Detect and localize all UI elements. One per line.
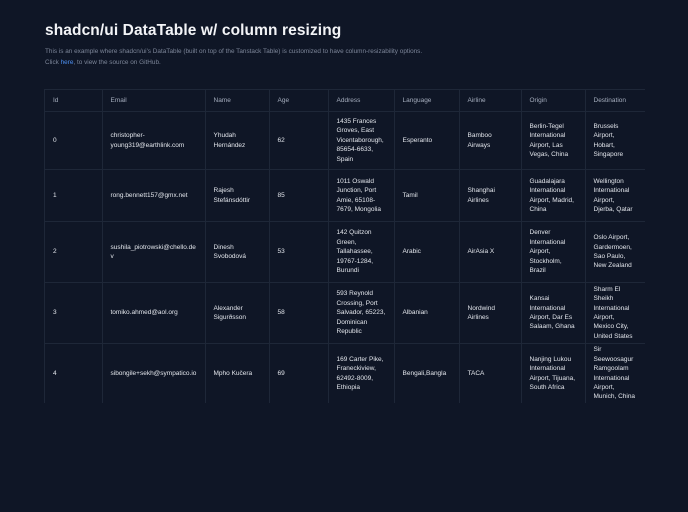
- cell-origin: Kansai International Airport, Dar Es Sal…: [521, 282, 586, 344]
- cell-origin: Denver International Airport, Stockholm,…: [521, 221, 586, 283]
- table-row: 4 sibongile+sekh@sympatico.io Mpho Kučer…: [45, 343, 645, 403]
- cell-airline: TACA: [459, 343, 522, 403]
- column-header-destination[interactable]: Destination: [585, 90, 645, 112]
- source-link-line: Click here, to view the source on GitHub…: [45, 57, 644, 68]
- cell-email: sushila_piotrowski@chello.dev: [102, 221, 206, 283]
- cell-id: 3: [45, 282, 103, 344]
- cell-language: Bengali,Bangla: [394, 343, 460, 403]
- cell-destination: Sir Seewoosagur Ramgoolam International …: [585, 343, 645, 403]
- cell-language: Esperanto: [394, 111, 460, 170]
- cell-email: sibongile+sekh@sympatico.io: [102, 343, 206, 403]
- cell-address: 169 Carter Pike, Franeckiview, 62492-800…: [328, 343, 395, 403]
- cell-id: 0: [45, 111, 103, 170]
- column-header-address[interactable]: Address: [328, 90, 395, 112]
- source-link[interactable]: here: [61, 59, 74, 66]
- cell-origin: Berlin-Tegel International Airport, Las …: [521, 111, 586, 170]
- cell-age: 53: [269, 221, 329, 283]
- column-header-id[interactable]: Id: [45, 90, 103, 112]
- table-row: 1 rong.bennett157@gmx.net Rajesh Stefáns…: [45, 169, 645, 222]
- page-description: This is an example where shadcn/ui's Dat…: [45, 48, 423, 55]
- cell-name: Dinesh Svobodová: [205, 221, 270, 283]
- cell-airline: Nordwind Airlines: [459, 282, 522, 344]
- cell-language: Arabic: [394, 221, 460, 283]
- cell-age: 85: [269, 169, 329, 222]
- cell-origin: Guadalajara International Airport, Madri…: [521, 169, 586, 222]
- table-row: 0 christopher-young319@earthlink.com Yhu…: [45, 111, 645, 170]
- source-link-suffix: , to view the source on GitHub.: [73, 59, 161, 66]
- cell-id: 2: [45, 221, 103, 283]
- table-row: 2 sushila_piotrowski@chello.dev Dinesh S…: [45, 221, 645, 283]
- table-row: 3 tomiko.ahmed@aol.org Alexander Sigurðs…: [45, 282, 645, 344]
- data-table: Id Email Name Age Address Language Airli…: [44, 89, 645, 403]
- table-header-row: Id Email Name Age Address Language Airli…: [45, 90, 645, 112]
- cell-airline: Bamboo Airways: [459, 111, 522, 170]
- cell-id: 1: [45, 169, 103, 222]
- cell-destination: Wellington International Airport, Djerba…: [585, 169, 645, 222]
- column-header-origin[interactable]: Origin: [521, 90, 586, 112]
- cell-destination: Sharm El Sheikh International Airport, M…: [585, 282, 645, 344]
- cell-origin: Nanjing Lukou International Airport, Tij…: [521, 343, 586, 403]
- cell-id: 4: [45, 343, 103, 403]
- cell-language: Tamil: [394, 169, 460, 222]
- cell-email: tomiko.ahmed@aol.org: [102, 282, 206, 344]
- cell-age: 62: [269, 111, 329, 170]
- cell-airline: AirAsia X: [459, 221, 522, 283]
- cell-destination: Oslo Airport, Gardermoen, Sao Paulo, New…: [585, 221, 645, 283]
- cell-age: 69: [269, 343, 329, 403]
- data-table-grid: Id Email Name Age Address Language Airli…: [45, 90, 645, 403]
- cell-name: Alexander Sigurðsson: [205, 282, 270, 344]
- cell-address: 593 Reynold Crossing, Port Salvador, 652…: [328, 282, 395, 344]
- cell-name: Rajesh Stefánsdóttir: [205, 169, 270, 222]
- column-header-airline[interactable]: Airline: [459, 90, 522, 112]
- source-link-prefix: Click: [45, 59, 61, 66]
- cell-age: 58: [269, 282, 329, 344]
- cell-name: Mpho Kučera: [205, 343, 270, 403]
- cell-address: 142 Quitzon Green, Tallahassee, 19767-12…: [328, 221, 395, 283]
- cell-airline: Shanghai Airlines: [459, 169, 522, 222]
- column-header-name[interactable]: Name: [205, 90, 270, 112]
- cell-email: rong.bennett157@gmx.net: [102, 169, 206, 222]
- cell-name: Yhudah Hernández: [205, 111, 270, 170]
- column-header-language[interactable]: Language: [394, 90, 460, 112]
- cell-address: 1435 Frances Groves, East Vicentaborough…: [328, 111, 395, 170]
- cell-destination: Brussels Airport, Hobart, Singapore: [585, 111, 645, 170]
- cell-address: 1011 Oswald Junction, Port Amie, 65108-7…: [328, 169, 395, 222]
- cell-language: Albanian: [394, 282, 460, 344]
- column-header-email[interactable]: Email: [102, 90, 206, 112]
- page-title: shadcn/ui DataTable w/ column resizing: [45, 22, 342, 39]
- cell-email: christopher-young319@earthlink.com: [102, 111, 206, 170]
- column-header-age[interactable]: Age: [269, 90, 329, 112]
